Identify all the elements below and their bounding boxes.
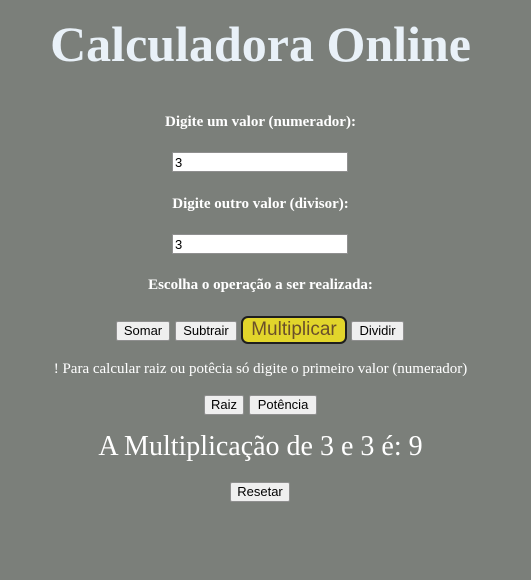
divisor-label: Digite outro valor (divisor): [172,196,349,212]
sum-button[interactable]: Somar [116,321,170,341]
operation-label: Escolha o operação a ser realizada: [148,277,373,293]
reset-button[interactable]: Resetar [230,482,290,502]
divide-button[interactable]: Dividir [351,321,404,341]
page-title: Calculadora Online [50,16,471,72]
root-button[interactable]: Raiz [204,395,244,415]
numerator-input[interactable] [172,152,348,172]
power-button[interactable]: Potência [249,395,317,415]
multiply-button[interactable]: Multiplicar [241,316,347,344]
divisor-input[interactable] [172,234,348,254]
subtract-button[interactable]: Subtrair [175,321,237,341]
root-power-note: ! Para calcular raiz ou potêcia só digit… [53,361,468,377]
result-text: A Multiplicação de 3 e 3 é: 9 [98,431,423,462]
numerator-label: Digite um valor (numerador): [165,114,356,130]
